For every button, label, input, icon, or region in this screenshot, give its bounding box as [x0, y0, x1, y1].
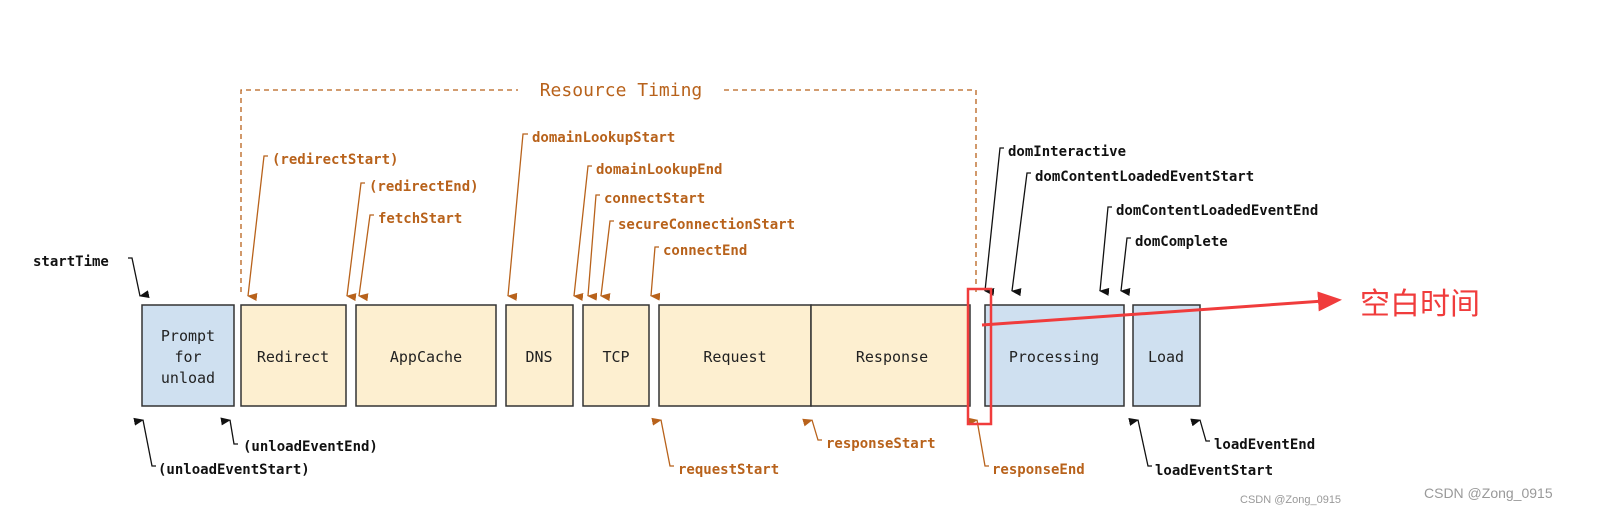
- box-label: Load: [1148, 348, 1184, 366]
- navigation-timing-diagram: Resource Timing Prompt for unload Redire…: [33, 80, 1553, 506]
- box-label: Redirect: [257, 348, 329, 366]
- label-connectstart: connectStart: [604, 191, 705, 207]
- box-label: Prompt: [161, 327, 215, 345]
- label-unloadeventend: (unloadEventEnd): [243, 439, 378, 455]
- box-label: Response: [856, 348, 928, 366]
- box-label: AppCache: [390, 348, 462, 366]
- label-starttime: startTime: [33, 254, 109, 270]
- box-label: Processing: [1009, 348, 1099, 366]
- watermark: CSDN @Zong_0915: [1424, 485, 1553, 501]
- box-label: TCP: [602, 348, 629, 366]
- label-unloadeventstart: (unloadEventStart): [158, 462, 310, 478]
- label-loadeventend: loadEventEnd: [1214, 437, 1315, 453]
- label-responsestart: responseStart: [826, 436, 936, 452]
- box-label: unload: [161, 369, 215, 387]
- box-label: Request: [703, 348, 766, 366]
- label-domcontentloadedeventstart: domContentLoadedEventStart: [1035, 169, 1254, 185]
- label-dominteractive: domInteractive: [1008, 144, 1126, 160]
- label-secureconnectionstart: secureConnectionStart: [618, 217, 795, 233]
- watermark: CSDN @Zong_0915: [1240, 494, 1341, 506]
- box-label: for: [174, 348, 201, 366]
- resource-timing-title: Resource Timing: [540, 80, 703, 101]
- annotation-text: 空白时间: [1360, 287, 1480, 322]
- bottom-labels: (unloadEventStart) (unloadEventEnd) requ…: [158, 436, 1315, 479]
- box-label: DNS: [525, 348, 552, 366]
- label-redirectstart: (redirectStart): [272, 152, 398, 168]
- label-fetchstart: fetchStart: [378, 211, 462, 227]
- label-domainlookupstart: domainLookupStart: [532, 130, 675, 146]
- label-responseend: responseEnd: [992, 462, 1085, 478]
- label-domcomplete: domComplete: [1135, 234, 1228, 250]
- label-domainlookupend: domainLookupEnd: [596, 162, 722, 178]
- label-domcontentloadedeventend: domContentLoadedEventEnd: [1116, 203, 1318, 219]
- label-connectend: connectEnd: [663, 243, 747, 259]
- label-loadeventstart: loadEventStart: [1155, 463, 1273, 479]
- label-redirectend: (redirectEnd): [369, 179, 479, 195]
- label-requeststart: requestStart: [678, 462, 779, 478]
